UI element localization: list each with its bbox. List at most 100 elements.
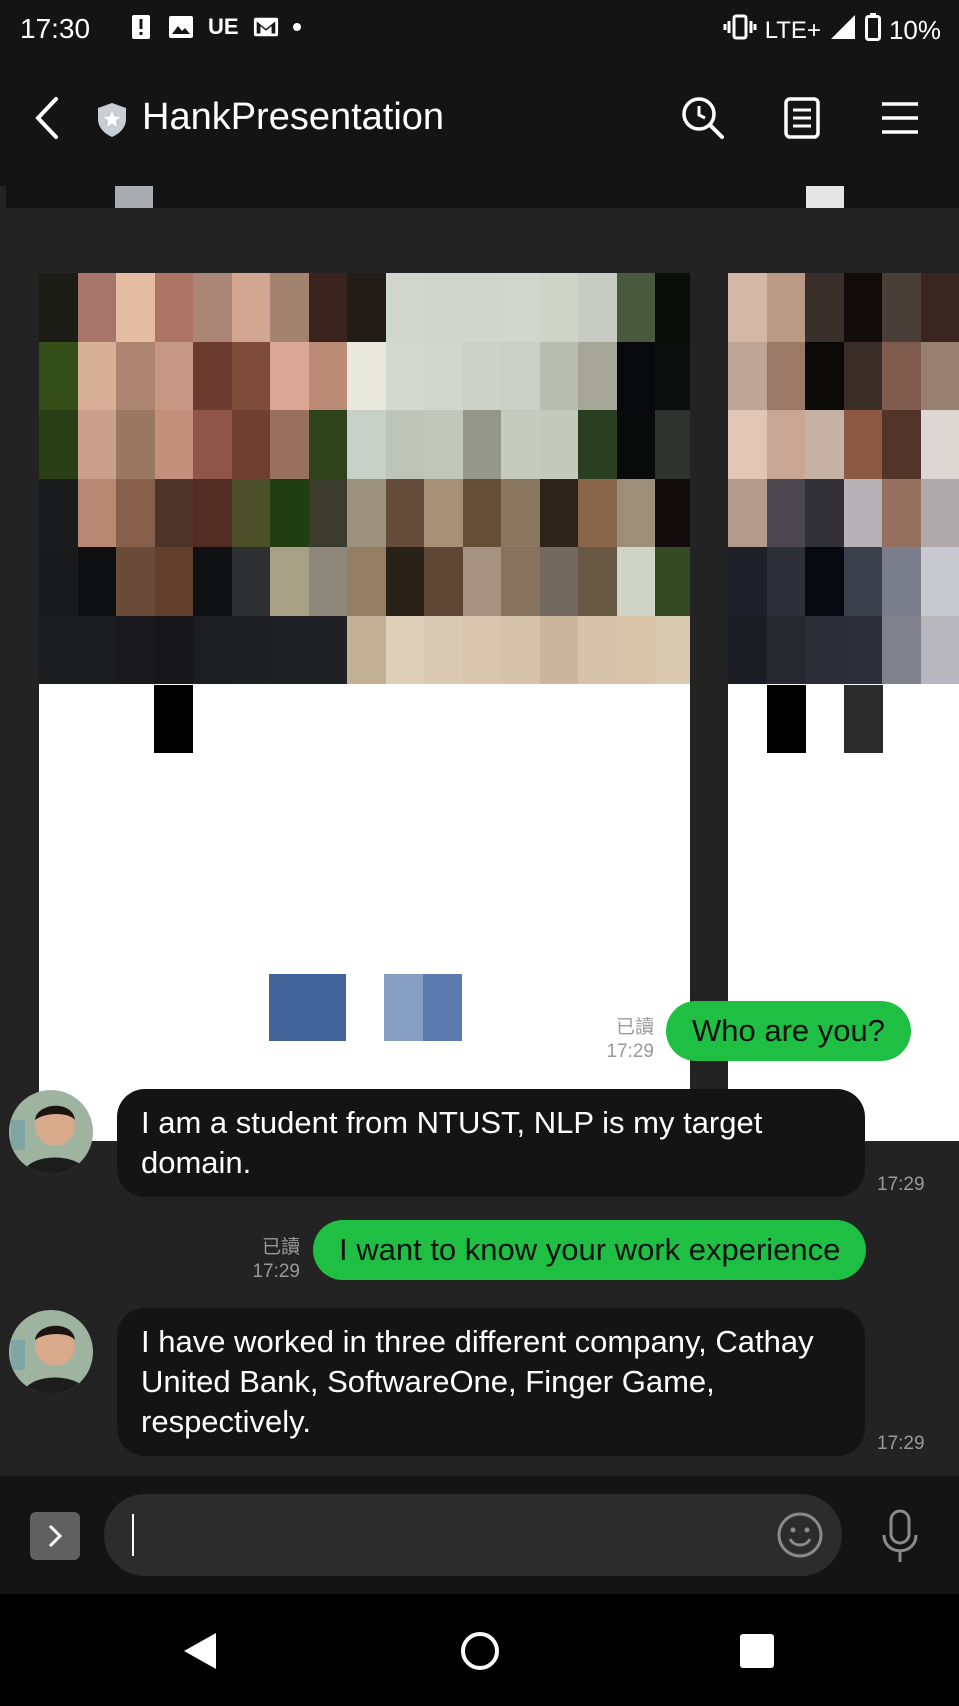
mosaic-block (231, 615, 270, 684)
mosaic-block (766, 273, 805, 342)
mosaic-block (920, 410, 959, 479)
emoji-icon[interactable] (776, 1511, 824, 1559)
status-time: 17:30 (20, 13, 91, 44)
mosaic-block (193, 341, 232, 410)
avatar[interactable] (9, 1310, 93, 1394)
alert-icon (128, 14, 154, 40)
mosaic-block (193, 273, 232, 342)
mosaic-block (308, 478, 347, 547)
image-mark (269, 974, 346, 1041)
chat-header: HankPresentation (0, 58, 959, 186)
message-time: 17:29 (877, 1433, 925, 1454)
mosaic-block (270, 478, 309, 547)
menu-icon[interactable] (876, 94, 924, 142)
mosaic-block (347, 615, 386, 684)
mosaic-block (766, 341, 805, 410)
notes-icon[interactable] (778, 94, 826, 142)
mosaic-block (77, 341, 116, 410)
mosaic-block (805, 273, 844, 342)
back-icon[interactable] (28, 93, 68, 143)
mosaic-block (578, 478, 617, 547)
mosaic-block (920, 478, 959, 547)
mosaic-block (805, 410, 844, 479)
shield-icon (96, 102, 128, 138)
mosaic-block (882, 547, 921, 616)
message-bubble-outgoing[interactable]: I want to know your work experience (313, 1220, 867, 1280)
mosaic-block (308, 410, 347, 479)
mosaic-block (308, 615, 347, 684)
message-input[interactable] (132, 1508, 736, 1562)
mosaic-block (728, 410, 767, 479)
album-thumb-small (115, 186, 153, 208)
mosaic-block (462, 547, 501, 616)
image-mark (844, 685, 883, 753)
mosaic-block (385, 341, 424, 410)
mosaic-block (77, 478, 116, 547)
mosaic-block (920, 615, 959, 684)
mosaic-block (462, 478, 501, 547)
mosaic-block (270, 273, 309, 342)
mosaic-block (501, 273, 540, 342)
status-bar: 17:30 UE LTE+ 10% (0, 0, 959, 58)
message-text: I want to know your work experience (339, 1232, 841, 1267)
mosaic-block (882, 410, 921, 479)
avatar[interactable] (9, 1090, 93, 1174)
search-icon[interactable] (679, 94, 727, 142)
chat-area[interactable]: 已讀 17:29 Who are you? I am a student fro… (0, 186, 959, 1476)
mosaic-block (882, 478, 921, 547)
message-input-bar (0, 1476, 959, 1594)
message-text: Who are you? (692, 1013, 885, 1048)
mosaic-block (116, 273, 155, 342)
mosaic-block (154, 410, 193, 479)
mosaic-block (728, 547, 767, 616)
mosaic-block (766, 547, 805, 616)
message-input-box[interactable] (104, 1494, 842, 1576)
mosaic-block (116, 410, 155, 479)
message-bubble-incoming[interactable]: I have worked in three different company… (117, 1308, 865, 1456)
mosaic-block (655, 410, 690, 479)
mosaic-block (766, 410, 805, 479)
mosaic-block (154, 547, 193, 616)
mosaic-block (843, 410, 882, 479)
nav-recents-icon[interactable] (736, 1630, 778, 1672)
mosaic-block (462, 273, 501, 342)
mosaic-block (116, 615, 155, 684)
mosaic-block (116, 341, 155, 410)
message-time: 17:29 (606, 1041, 654, 1062)
battery-percent: 10% (888, 15, 941, 45)
mosaic-block (766, 615, 805, 684)
shared-image[interactable] (39, 273, 690, 1141)
mosaic-block (385, 410, 424, 479)
mosaic-block (424, 547, 463, 616)
mosaic-block (424, 478, 463, 547)
mosaic-block (501, 615, 540, 684)
message-time: 17:29 (252, 1261, 300, 1282)
navigation-bar (0, 1594, 959, 1706)
expand-button[interactable] (30, 1512, 80, 1560)
mosaic-block (39, 478, 78, 547)
mosaic-block (766, 478, 805, 547)
nav-home-icon[interactable] (459, 1630, 501, 1672)
message-bubble-incoming[interactable]: I am a student from NTUST, NLP is my tar… (117, 1089, 865, 1197)
nav-back-icon[interactable] (180, 1630, 222, 1672)
mosaic-block (843, 478, 882, 547)
image-mosaic (728, 273, 959, 684)
mosaic-block (728, 478, 767, 547)
mosaic-block (616, 478, 655, 547)
mosaic-block (231, 547, 270, 616)
mosaic-block (539, 273, 578, 342)
signal-icon (829, 13, 857, 48)
carrier-label: UE (208, 14, 239, 39)
mosaic-block (154, 273, 193, 342)
mosaic-block (616, 410, 655, 479)
message-text: I am a student from NTUST, NLP is my tar… (141, 1105, 763, 1180)
message-bubble-outgoing[interactable]: Who are you? (666, 1001, 911, 1061)
mosaic-block (308, 547, 347, 616)
mosaic-block (39, 615, 78, 684)
mosaic-block (728, 273, 767, 342)
mosaic-block (462, 615, 501, 684)
microphone-icon[interactable] (876, 1508, 924, 1564)
mosaic-block (843, 341, 882, 410)
mosaic-block (882, 341, 921, 410)
mosaic-block (462, 410, 501, 479)
